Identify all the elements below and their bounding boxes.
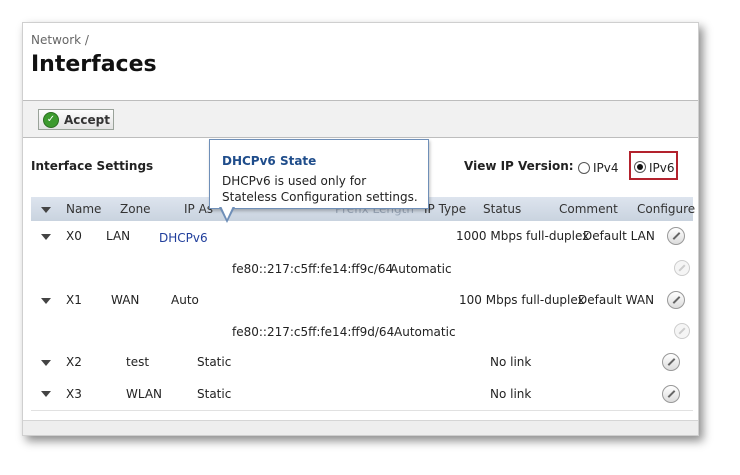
row-ip-assignment[interactable]: DHCPv6 [159,231,208,245]
row-status: 1000 Mbps full-duplex [456,229,590,243]
dhcpv6-tooltip: DHCPv6 State DHCPv6 is used only for Sta… [209,139,429,209]
edit-icon[interactable] [667,227,685,245]
tooltip-body: DHCPv6 is used only for Stateless Config… [222,174,418,204]
collapse-icon[interactable] [41,234,51,240]
row-status: No link [490,387,532,401]
col-name[interactable]: Name [66,202,101,216]
ipv6-label: IPv6 [649,161,675,175]
collapse-icon[interactable] [41,391,51,397]
toolbar: ✓ Accept [23,101,698,137]
row-name: X1 [66,293,82,307]
row-ipv6-address: fe80::217:c5ff:fe14:ff9c/64 [232,262,394,276]
main-window: Network / Interfaces ✓ Accept Interface … [22,22,699,436]
accept-label: Accept [64,112,110,127]
disabled-edit-icon [674,260,690,276]
bottom-bar [23,420,698,435]
row-status: No link [490,355,532,369]
table-row[interactable]: X1 WAN Auto 100 Mbps full-duplex Default… [31,285,693,317]
row-zone: WLAN [126,387,163,401]
row-comment: Default LAN [583,229,655,243]
divider [23,137,698,138]
row-ip-assignment: Static [197,387,232,401]
disabled-edit-icon [674,323,690,339]
row-ip-type: Automatic [394,325,456,339]
col-configure: Configure [637,202,696,216]
row-ip-assignment: Auto [171,293,199,307]
row-name: X3 [66,387,82,401]
row-ip-type: Automatic [390,262,452,276]
tooltip-pointer-fill [221,206,233,219]
edit-icon[interactable] [662,353,680,371]
col-status[interactable]: Status [483,202,521,216]
view-ip-label: View IP Version: [464,159,574,173]
expand-all-icon[interactable] [41,207,51,213]
table-row[interactable]: X0 LAN DHCPv6 1000 Mbps full-duplex Defa… [31,221,693,253]
accept-button[interactable]: ✓ Accept [38,109,114,130]
collapse-icon[interactable] [41,298,51,304]
row-ipv6-address: fe80::217:c5ff:fe14:ff9d/64 [232,325,395,339]
tooltip-title: DHCPv6 State [222,154,317,168]
row-status: 100 Mbps full-duplex [459,293,585,307]
row-name: X0 [66,229,82,243]
breadcrumb[interactable]: Network / [31,33,89,47]
ipv4-label: IPv4 [593,161,619,175]
col-zone[interactable]: Zone [120,202,151,216]
row-comment: Default WAN [578,293,655,307]
table-row[interactable]: X2 test Static No link [31,347,693,379]
ipv4-radio[interactable] [578,162,590,174]
ipv6-radio[interactable] [634,161,646,173]
table-row[interactable]: X3 WLAN Static No link [31,378,693,411]
col-comment[interactable]: Comment [559,202,618,216]
row-zone: LAN [106,229,131,243]
table-subrow: fe80::217:c5ff:fe14:ff9c/64 Automatic [31,252,693,286]
edit-icon[interactable] [667,291,685,309]
row-ip-assignment: Static [197,355,232,369]
page-title: Interfaces [31,52,157,77]
table-subrow: fe80::217:c5ff:fe14:ff9d/64 Automatic [31,316,693,348]
section-title: Interface Settings [31,159,154,173]
row-zone: WAN [111,293,140,307]
col-ip-type[interactable]: IP Type [424,202,466,216]
row-zone: test [126,355,150,369]
collapse-icon[interactable] [41,360,51,366]
row-name: X2 [66,355,82,369]
checkmark-icon: ✓ [43,111,59,128]
edit-icon[interactable] [662,385,680,403]
